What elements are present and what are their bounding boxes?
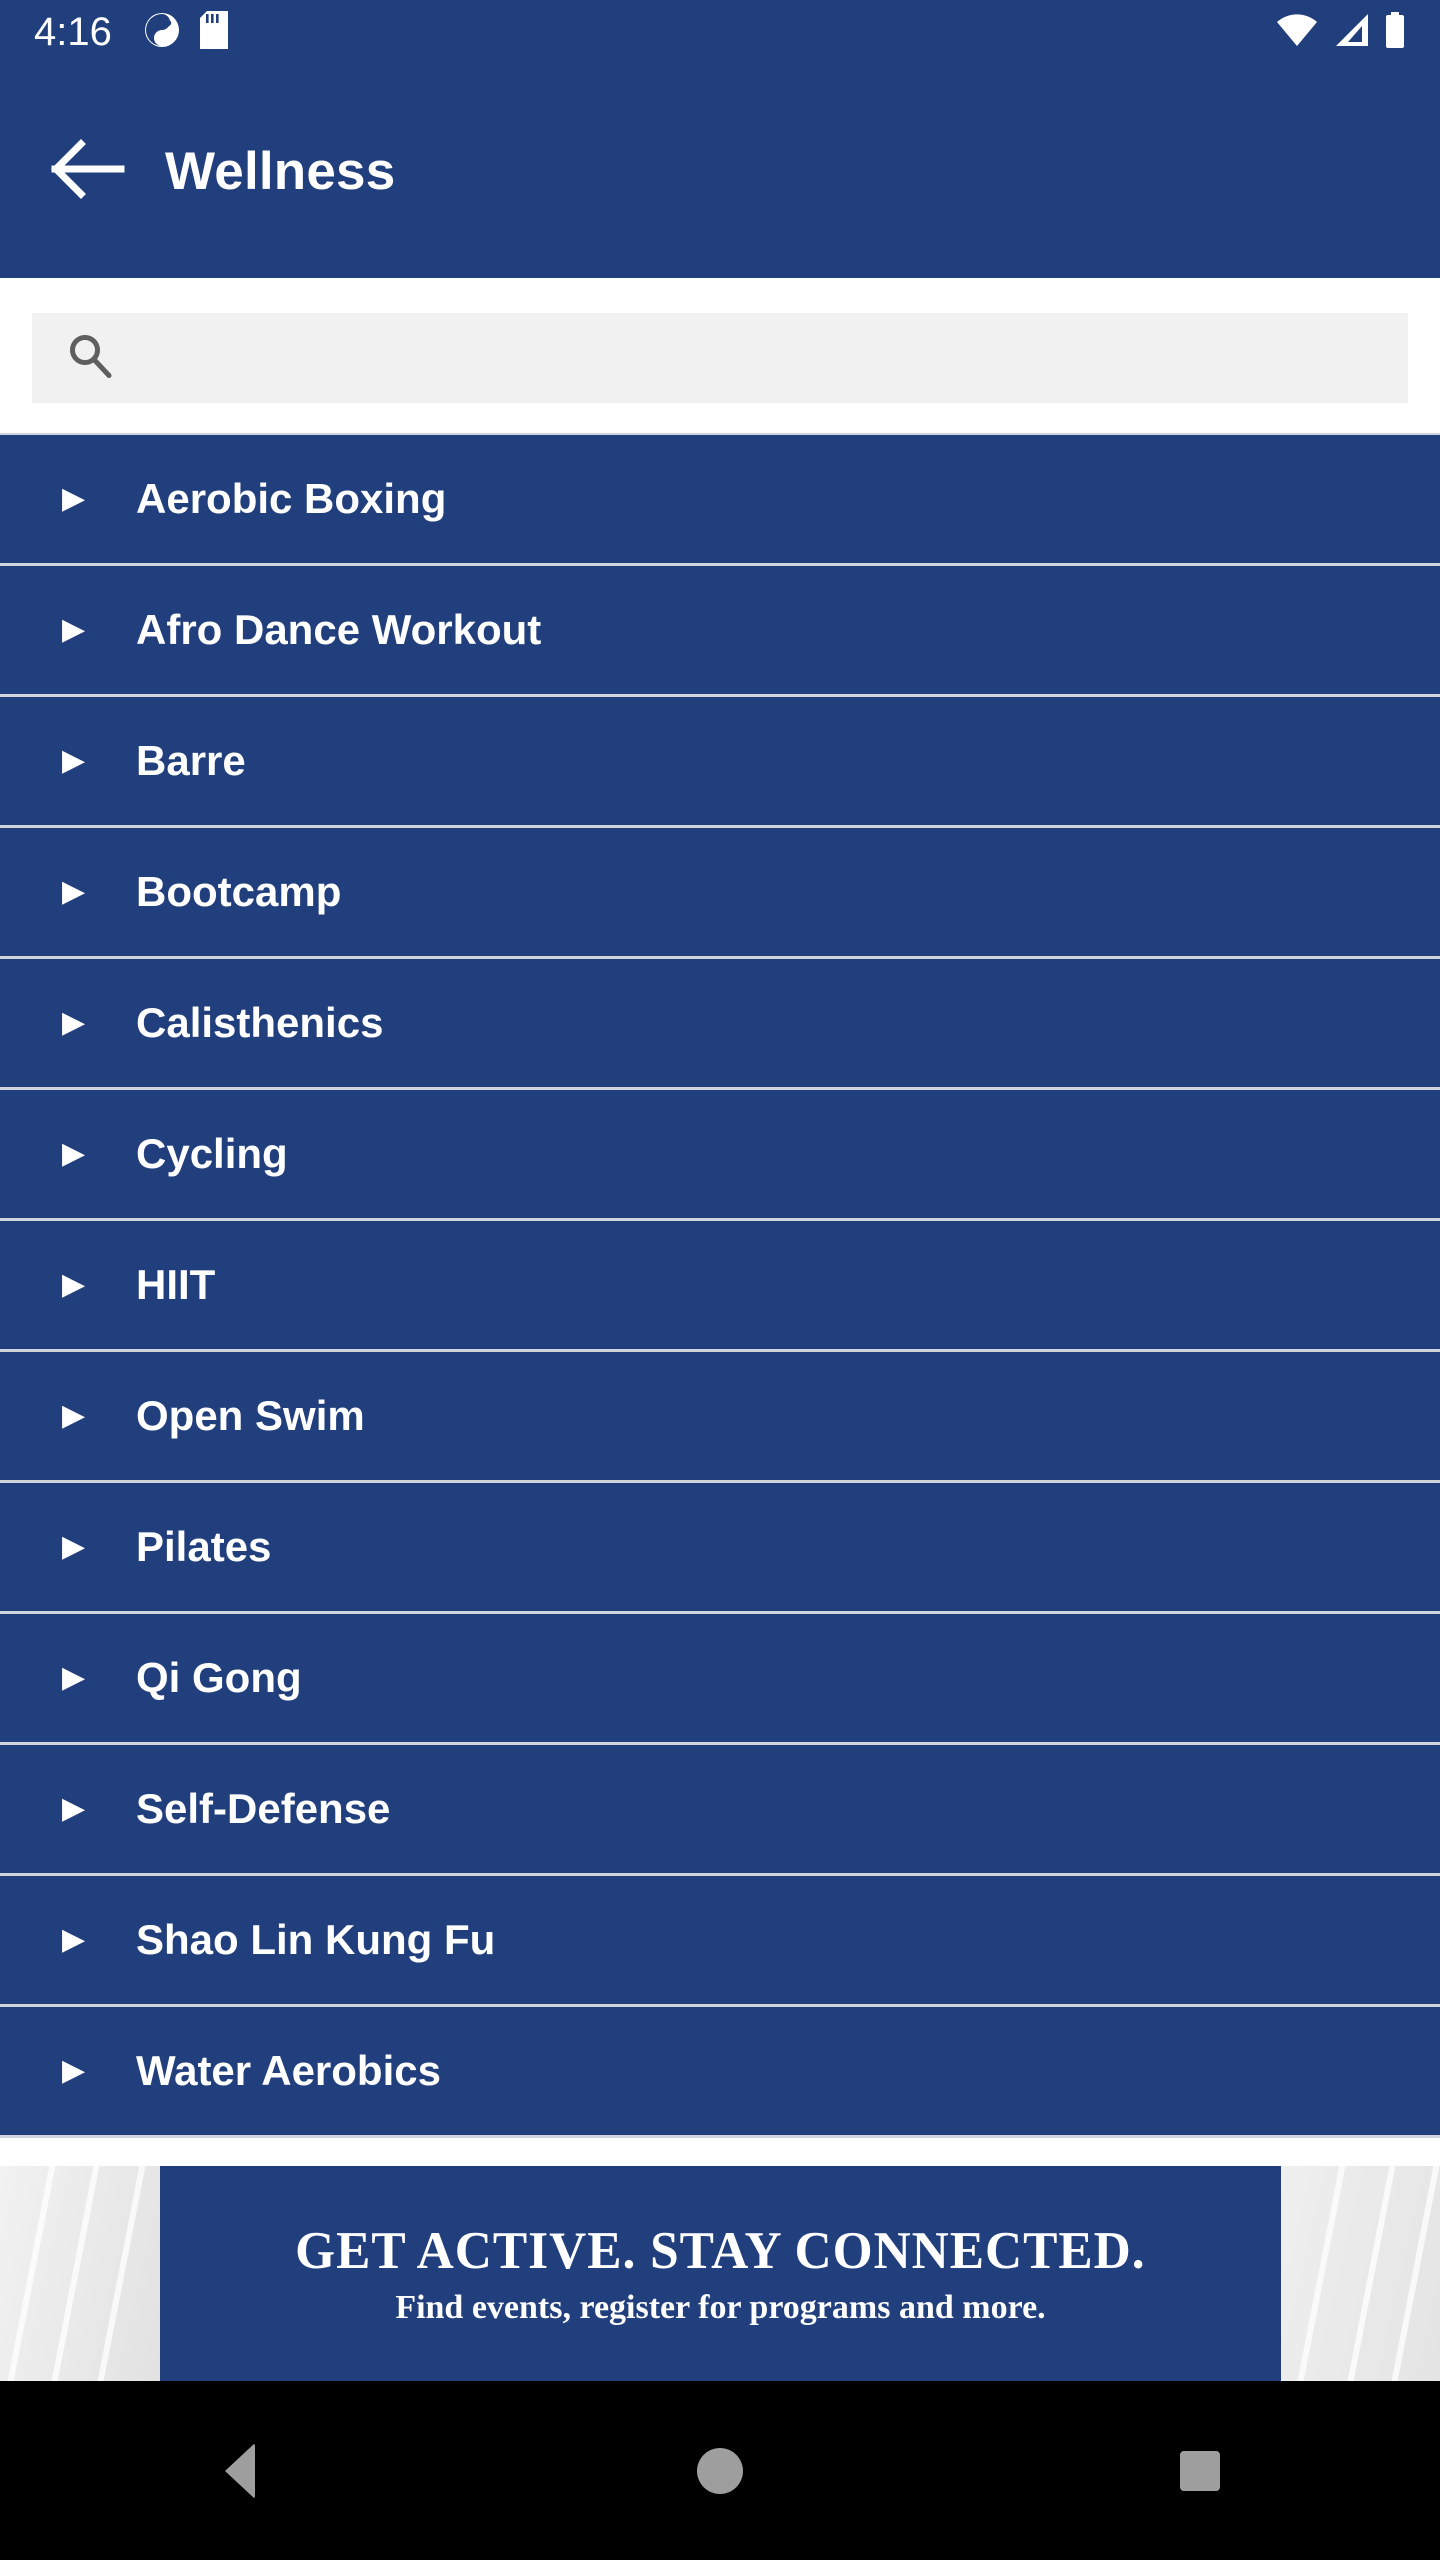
list-item[interactable]: ▶ Open Swim — [0, 1352, 1440, 1483]
list-item[interactable]: ▶ HIIT — [0, 1221, 1440, 1352]
caret-right-icon: ▶ — [62, 613, 86, 646]
status-left-icons — [144, 10, 228, 54]
mood-icon — [144, 12, 180, 53]
caret-right-icon: ▶ — [62, 875, 86, 908]
list-item[interactable]: ▶ Cycling — [0, 1090, 1440, 1221]
list-item[interactable]: ▶ Barre — [0, 697, 1440, 828]
caret-right-icon: ▶ — [62, 1792, 86, 1825]
list-item[interactable]: ▶ Afro Dance Workout — [0, 566, 1440, 697]
list-item[interactable]: ▶ Bootcamp — [0, 828, 1440, 959]
search-box[interactable] — [32, 313, 1408, 403]
list-item-label: Barre — [136, 737, 246, 784]
status-bar: 4:16 — [0, 0, 1440, 64]
list-item[interactable]: ▶ Calisthenics — [0, 959, 1440, 1090]
caret-right-icon: ▶ — [62, 1399, 86, 1432]
caret-right-icon: ▶ — [62, 2054, 86, 2087]
status-time: 4:16 — [34, 10, 112, 54]
list-item-label: Pilates — [136, 1523, 272, 1570]
list-item[interactable]: ▶ Pilates — [0, 1483, 1440, 1614]
caret-right-icon: ▶ — [62, 482, 86, 515]
list-item-label: Shao Lin Kung Fu — [136, 1916, 496, 1963]
back-button[interactable] — [46, 129, 130, 213]
list-item-label: Cycling — [136, 1130, 288, 1177]
search-input[interactable] — [140, 337, 1374, 379]
wellness-class-list: ▶ Aerobic Boxing ▶ Afro Dance Workout ▶ Barre… — [0, 433, 1440, 2138]
caret-right-icon: ▶ — [62, 1661, 86, 1694]
list-item-label: Water Aerobics — [136, 2047, 441, 2094]
caret-right-icon: ▶ — [62, 1268, 86, 1301]
promo-banner-headline: GET ACTIVE. STAY CONNECTED. — [295, 2221, 1146, 2280]
sd-card-icon — [199, 10, 228, 54]
search-icon — [66, 332, 114, 385]
triangle-left-icon — [225, 2442, 255, 2499]
list-item[interactable]: ▶ Water Aerobics — [0, 2007, 1440, 2138]
list-item-label: Calisthenics — [136, 999, 384, 1046]
promo-banner-subline: Find events, register for programs and m… — [395, 2288, 1046, 2326]
app-bar: Wellness — [0, 64, 1440, 278]
caret-right-icon: ▶ — [62, 744, 86, 777]
status-right-icons — [1276, 11, 1406, 53]
circle-icon — [697, 2447, 743, 2494]
list-item-label: Bootcamp — [136, 868, 342, 915]
list-item-label: HIIT — [136, 1261, 216, 1308]
arrow-left-icon — [51, 138, 125, 205]
promo-banner[interactable]: GET ACTIVE. STAY CONNECTED. Find events,… — [0, 2166, 1440, 2381]
wifi-icon — [1276, 13, 1318, 52]
caret-right-icon: ▶ — [62, 1006, 86, 1039]
list-item-label: Afro Dance Workout — [136, 606, 542, 653]
list-item-label: Aerobic Boxing — [136, 475, 447, 522]
caret-right-icon: ▶ — [62, 1923, 86, 1956]
square-icon — [1180, 2450, 1220, 2491]
list-item[interactable]: ▶ Qi Gong — [0, 1614, 1440, 1745]
search-section — [0, 278, 1440, 433]
nav-recents-button[interactable] — [1120, 2411, 1280, 2531]
promo-banner-panel: GET ACTIVE. STAY CONNECTED. Find events,… — [160, 2166, 1281, 2381]
list-item[interactable]: ▶ Aerobic Boxing — [0, 435, 1440, 566]
android-nav-bar — [0, 2381, 1440, 2560]
caret-right-icon: ▶ — [62, 1137, 86, 1170]
cellular-signal-icon — [1332, 13, 1370, 52]
caret-right-icon: ▶ — [62, 1530, 86, 1563]
nav-home-button[interactable] — [640, 2411, 800, 2531]
list-item[interactable]: ▶ Self-Defense — [0, 1745, 1440, 1876]
nav-back-button[interactable] — [160, 2411, 320, 2531]
list-item[interactable]: ▶ Shao Lin Kung Fu — [0, 1876, 1440, 2007]
page-title: Wellness — [165, 141, 396, 201]
list-item-label: Open Swim — [136, 1392, 365, 1439]
list-item-label: Qi Gong — [136, 1654, 302, 1701]
battery-icon — [1384, 11, 1406, 53]
list-item-label: Self-Defense — [136, 1785, 391, 1832]
